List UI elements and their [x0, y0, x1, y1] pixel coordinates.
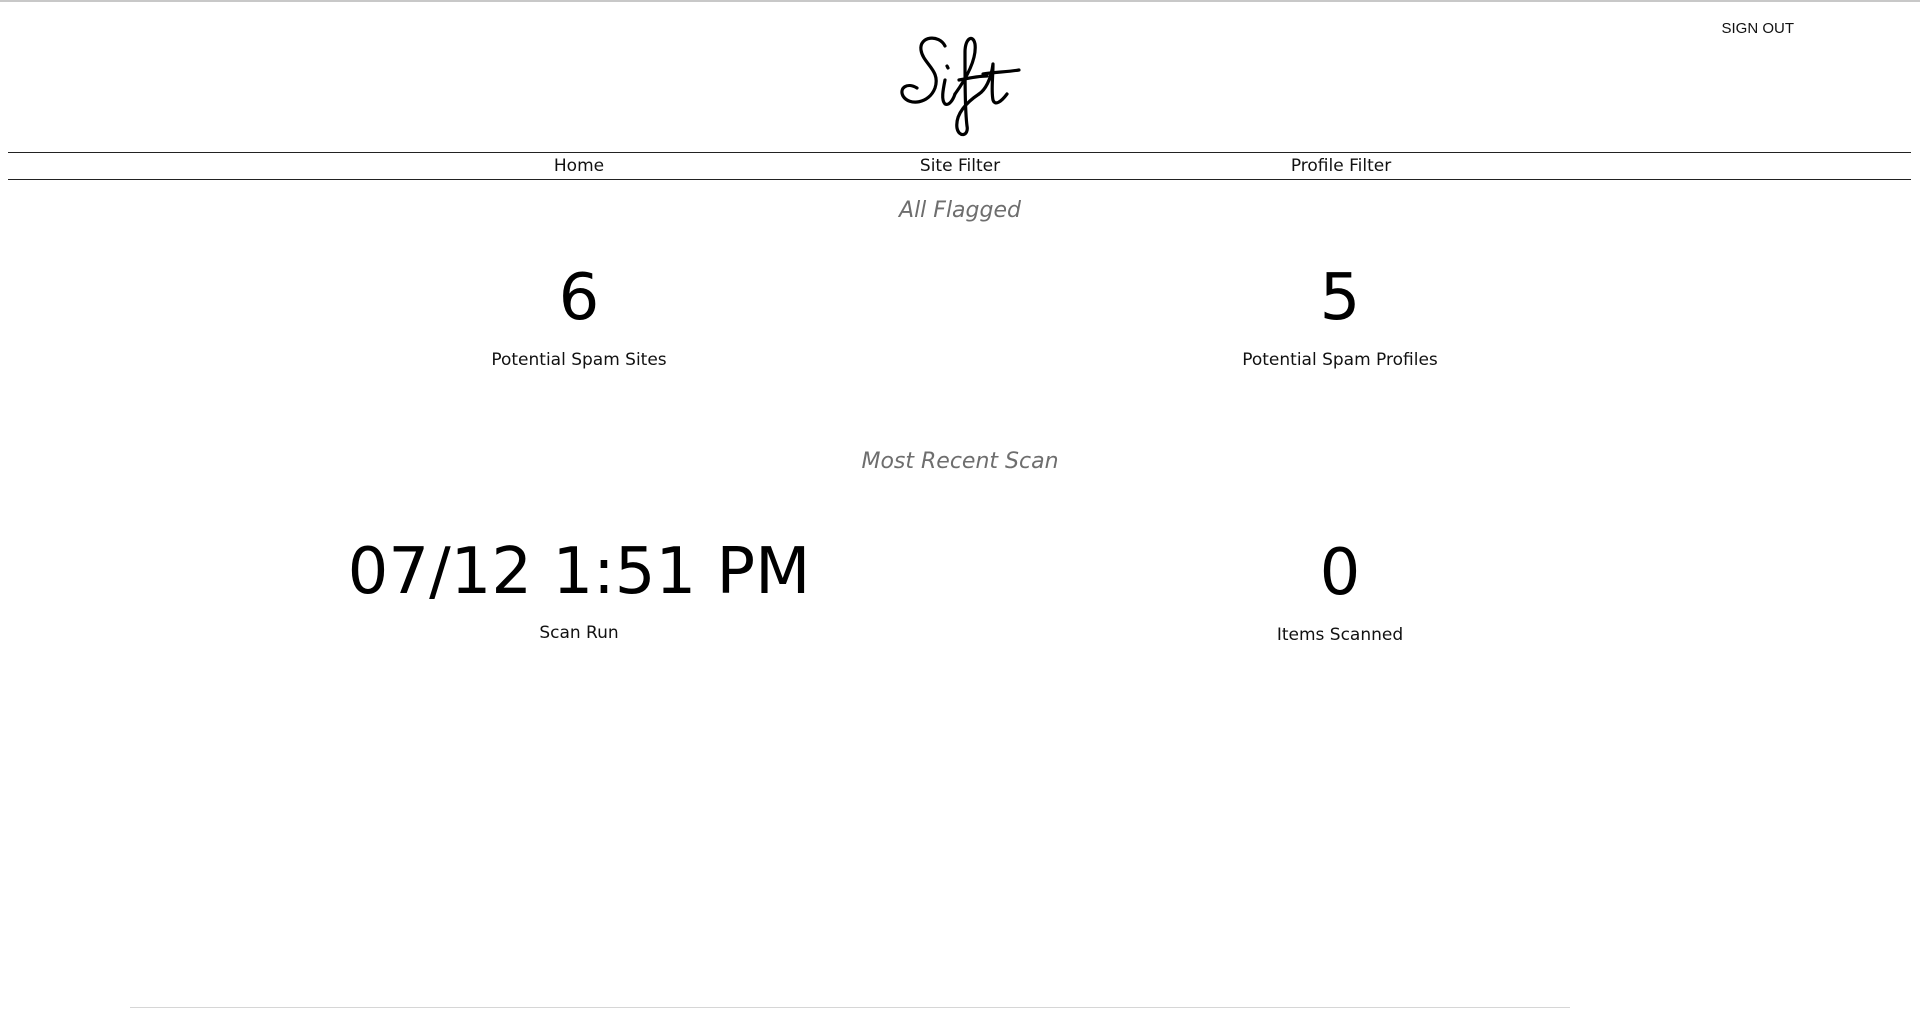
- items-scanned-count: 0: [1319, 536, 1361, 610]
- spam-profiles-label: Potential Spam Profiles: [1242, 350, 1438, 370]
- top-border: [0, 0, 1920, 2]
- scan-run-time: 07/12 1:51 PM: [347, 535, 811, 609]
- nav-home[interactable]: Home: [429, 156, 729, 176]
- main-nav: Home Site Filter Profile Filter: [8, 152, 1911, 180]
- items-scanned-label: Items Scanned: [1276, 625, 1404, 645]
- footer-divider: [130, 1007, 1570, 1008]
- spam-profiles-count: 5: [1319, 261, 1361, 335]
- nav-site-filter[interactable]: Site Filter: [810, 156, 1110, 176]
- all-flagged-heading: All Flagged: [899, 198, 1021, 223]
- sign-out-link[interactable]: SIGN OUT: [1648, 20, 1794, 37]
- sift-logo[interactable]: [895, 30, 1025, 140]
- scan-run-label: Scan Run: [539, 623, 619, 643]
- spam-sites-label: Potential Spam Sites: [491, 350, 667, 370]
- spam-sites-count: 6: [558, 261, 600, 335]
- most-recent-scan-heading: Most Recent Scan: [861, 449, 1059, 474]
- nav-profile-filter[interactable]: Profile Filter: [1191, 156, 1491, 176]
